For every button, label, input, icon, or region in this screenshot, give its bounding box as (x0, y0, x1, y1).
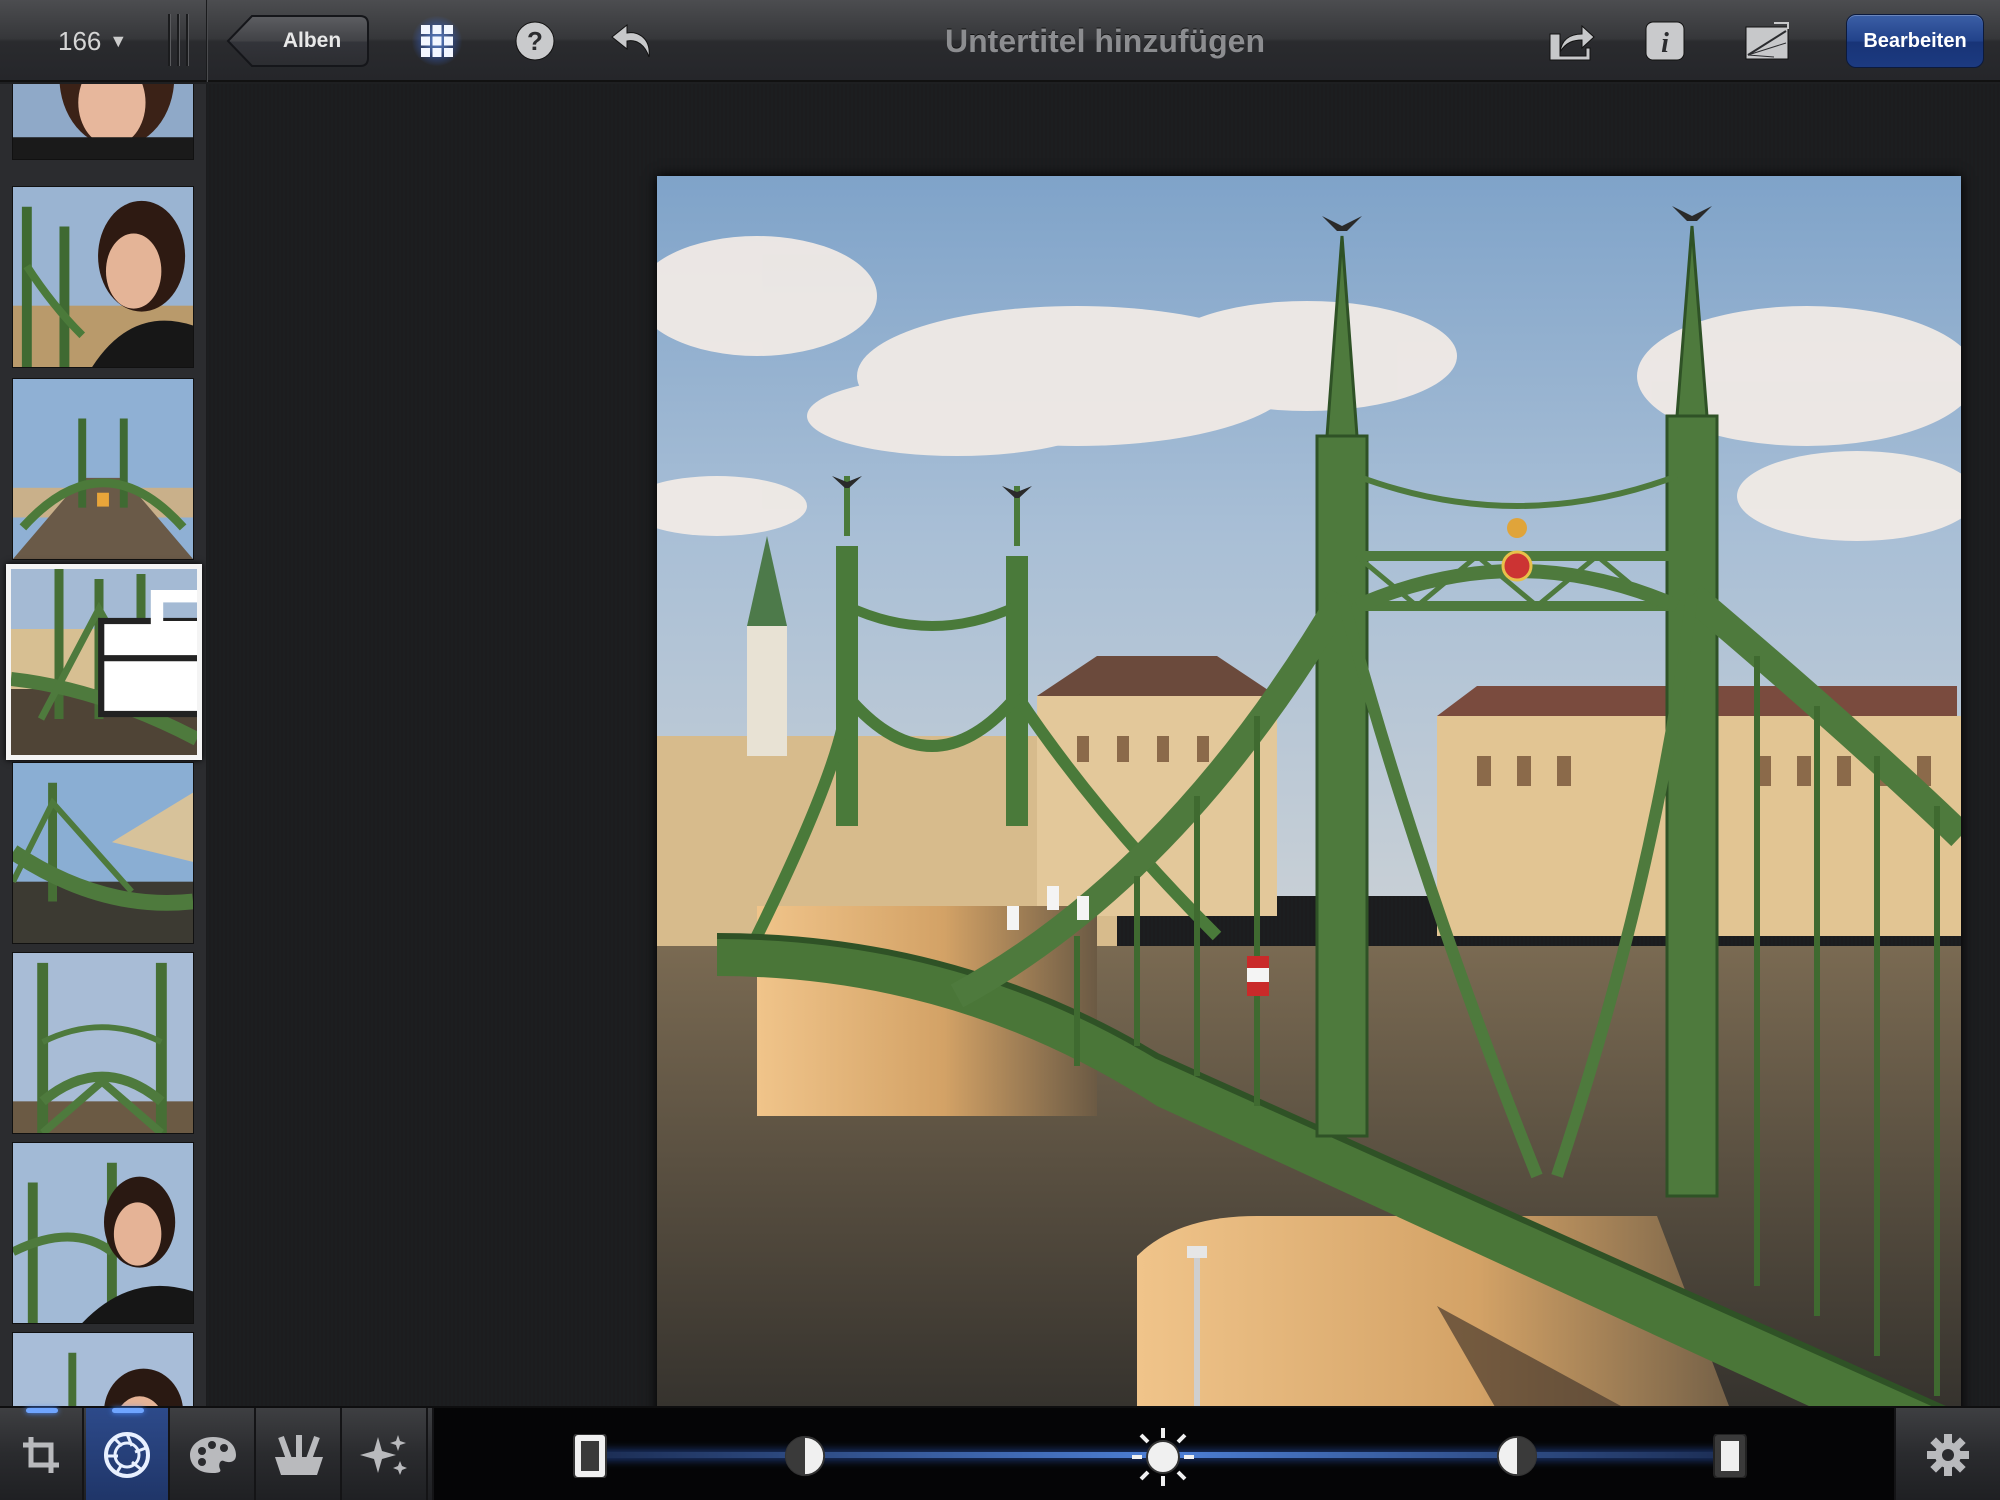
brushes-icon (275, 1435, 323, 1475)
color-tool-button[interactable] (172, 1408, 256, 1500)
sidebar-resize-handle[interactable] (168, 14, 198, 66)
info-icon: i (1645, 21, 1685, 61)
exposure-tool-button[interactable] (86, 1408, 170, 1500)
undo-icon (611, 23, 650, 58)
thumbnail-item-selected[interactable] (6, 564, 202, 760)
edited-toolbox-icon (98, 590, 197, 718)
photo-count: 166 (58, 25, 102, 56)
thumbnail-item[interactable] (12, 762, 194, 944)
thumbnail-item[interactable] (12, 186, 194, 368)
highlights-handle-icon[interactable] (1710, 1434, 1750, 1478)
thumbnail-item[interactable] (12, 84, 194, 160)
journal-button[interactable] (1738, 12, 1796, 70)
aperture-icon (104, 1432, 150, 1478)
share-button[interactable] (1542, 12, 1600, 70)
tool-indicator (112, 1408, 144, 1413)
undo-button[interactable] (604, 12, 662, 70)
bottom-toolbar (0, 1406, 2000, 1500)
tool-indicator (26, 1408, 58, 1413)
bridge-photo (657, 176, 1961, 1480)
settings-button[interactable] (1896, 1408, 2000, 1500)
share-icon (1549, 24, 1595, 61)
top-toolbar: 166 ▼ Alben ? Untertitel hinzufügen i Be… (0, 0, 2000, 82)
effects-tool-button[interactable] (344, 1408, 428, 1500)
crop-tool-button[interactable] (0, 1408, 84, 1500)
chevron-down-icon: ▼ (109, 30, 128, 51)
thumbnail-image (13, 379, 193, 559)
thumbnail-item[interactable] (12, 1332, 194, 1406)
thumbnail-image (13, 953, 193, 1133)
grid-icon (421, 25, 453, 57)
grid-view-button[interactable] (408, 12, 466, 70)
main-photo[interactable] (657, 176, 1961, 1480)
thumbnail-image (13, 763, 193, 943)
thumbnail-sidebar[interactable] (0, 84, 206, 1406)
thumbnail-image (13, 187, 193, 367)
thumbnail-item[interactable] (12, 378, 194, 560)
help-icon: ? (515, 21, 555, 61)
thumbnail-image (13, 1143, 193, 1323)
thumbnail-image (13, 1333, 193, 1406)
albums-back-button[interactable]: Alben (226, 14, 370, 68)
exposure-slider[interactable] (432, 1408, 1896, 1500)
albums-back-label: Alben (282, 29, 342, 52)
shadows-handle-icon[interactable] (570, 1434, 610, 1478)
journal-icon (1745, 22, 1789, 60)
svg-text:i: i (1661, 28, 1669, 59)
brightness-handle-icon[interactable] (1130, 1426, 1196, 1488)
edit-button[interactable]: Bearbeiten (1846, 14, 1984, 68)
toolbar-divider (206, 0, 208, 82)
photo-count-selector[interactable]: 166 ▼ (58, 18, 148, 64)
gear-icon (1927, 1434, 1969, 1476)
help-button[interactable]: ? (506, 12, 564, 70)
crop-icon (23, 1437, 59, 1473)
thumbnail-item[interactable] (12, 952, 194, 1134)
svg-text:?: ? (527, 26, 543, 56)
caption-title[interactable]: Untertitel hinzufügen (820, 16, 1390, 66)
contrast-right-handle-icon[interactable] (1494, 1434, 1540, 1478)
contrast-left-handle-icon[interactable] (782, 1434, 828, 1478)
thumbnail-item[interactable] (12, 1142, 194, 1324)
brushes-tool-button[interactable] (258, 1408, 342, 1500)
photo-canvas[interactable] (206, 84, 2000, 1480)
sparkle-icon (360, 1435, 407, 1475)
palette-icon (190, 1437, 236, 1473)
thumbnail-image (13, 84, 193, 159)
info-button[interactable]: i (1636, 12, 1694, 70)
